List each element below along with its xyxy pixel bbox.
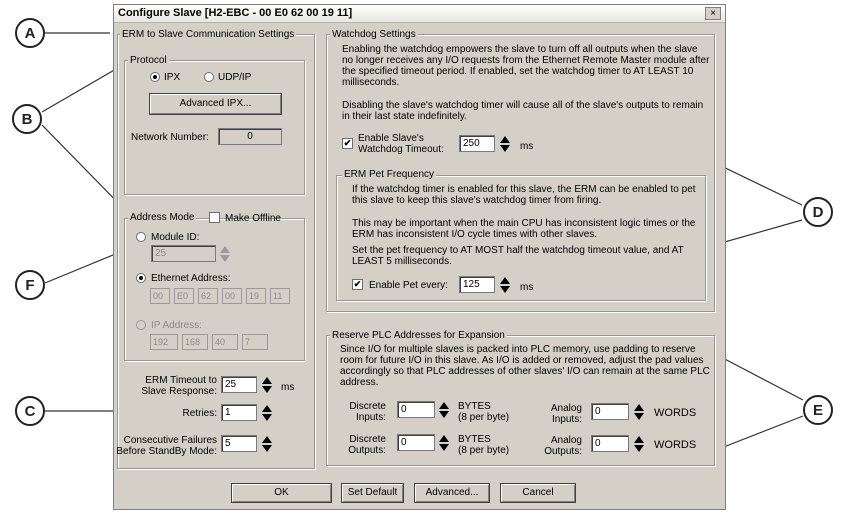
module-id-field[interactable]: 25 <box>151 245 216 262</box>
network-number-field: 0 <box>218 128 282 145</box>
consecutive-failures-label-2: Before StandBy Mode: <box>116 446 217 457</box>
make-offline-label: Make Offline <box>225 213 281 224</box>
callout-f: F <box>15 270 45 300</box>
discrete-inputs-spinner[interactable] <box>437 401 452 419</box>
ipx-radio[interactable] <box>150 72 160 82</box>
ip-octet[interactable]: 40 <box>212 334 238 350</box>
erm-settings-legend: ERM to Slave Communication Settings <box>120 29 297 40</box>
set-default-button[interactable]: Set Default <box>341 483 404 503</box>
ok-button[interactable]: OK <box>231 483 332 503</box>
pet-description-1: If the watchdog timer is enabled for thi… <box>352 184 696 206</box>
title-bar: Configure Slave [H2-EBC - 00 E0 62 00 19… <box>114 5 725 23</box>
erm-timeout-label-2: Slave Response: <box>141 386 217 397</box>
discrete-outputs-field[interactable]: 0 <box>397 434 435 451</box>
analog-inputs-label-2: Inputs: <box>551 414 582 425</box>
watchdog-timeout-spinner[interactable] <box>498 135 513 153</box>
analog-inputs-words-label: WORDS <box>654 407 697 419</box>
pet-frequency-unit: ms <box>520 282 534 293</box>
discrete-outputs-label-1: Discrete <box>349 434 386 445</box>
discrete-inputs-label-2: Inputs: <box>355 412 386 423</box>
ethernet-octet[interactable]: 00 <box>150 288 170 304</box>
ip-octet[interactable]: 168 <box>182 334 208 350</box>
discrete-outputs-bytes-sub: (8 per byte) <box>458 445 510 456</box>
enable-pet-label: Enable Pet every: <box>369 280 448 291</box>
watchdog-disable-description: Disabling the slave's watchdog timer wil… <box>342 100 704 122</box>
ip-octet[interactable]: 192 <box>150 334 178 350</box>
module-id-spinner[interactable] <box>218 245 233 263</box>
window-title: Configure Slave [H2-EBC - 00 E0 62 00 19… <box>118 7 353 19</box>
erm-timeout-spinner[interactable] <box>260 376 275 394</box>
ethernet-octet[interactable]: 00 <box>222 288 242 304</box>
configure-slave-dialog: Configure Slave [H2-EBC - 00 E0 62 00 19… <box>113 4 726 510</box>
consecutive-failures-spinner[interactable] <box>260 435 275 453</box>
protocol-legend: Protocol <box>128 55 169 66</box>
ethernet-address-radio[interactable] <box>136 273 146 283</box>
ip-address-radio[interactable] <box>136 320 146 330</box>
ip-address-label: IP Address: <box>151 320 202 331</box>
callout-a: A <box>15 18 45 48</box>
erm-timeout-unit: ms <box>281 382 295 393</box>
discrete-inputs-label-1: Discrete <box>349 401 386 412</box>
enable-pet-checkbox[interactable]: ✔ <box>352 279 363 290</box>
discrete-inputs-bytes-label: BYTES <box>458 401 491 412</box>
retries-field[interactable]: 1 <box>221 404 257 421</box>
analog-outputs-label-2: Outputs: <box>544 446 582 457</box>
analog-outputs-field[interactable]: 0 <box>591 435 629 452</box>
address-mode-legend: Address Mode <box>128 212 197 223</box>
erm-timeout-field[interactable]: 25 <box>221 376 257 393</box>
reserve-plc-legend: Reserve PLC Addresses for Expansion <box>330 330 507 341</box>
pet-frequency-legend: ERM Pet Frequency <box>342 169 437 180</box>
consecutive-failures-field[interactable]: 5 <box>221 435 257 452</box>
module-id-label: Module ID: <box>151 232 200 243</box>
ethernet-address-label: Ethernet Address: <box>151 273 231 284</box>
callout-d: D <box>803 197 833 227</box>
discrete-inputs-bytes-sub: (8 per byte) <box>458 412 510 423</box>
make-offline-checkbox[interactable] <box>209 212 220 223</box>
consecutive-failures-label-1: Consecutive Failures <box>123 435 217 446</box>
discrete-inputs-field[interactable]: 0 <box>397 401 435 418</box>
watchdog-timeout-field[interactable]: 250 <box>459 135 495 152</box>
analog-inputs-field[interactable]: 0 <box>591 403 629 420</box>
enable-watchdog-checkbox[interactable]: ✔ <box>342 138 353 149</box>
analog-outputs-label-1: Analog <box>550 435 582 446</box>
pet-description-3: Set the pet frequency to AT MOST half th… <box>352 245 684 267</box>
pet-frequency-field[interactable]: 125 <box>459 276 495 293</box>
close-button[interactable]: × <box>705 7 721 20</box>
reserve-description: Since I/O for multiple slaves is packed … <box>340 344 710 388</box>
analog-outputs-words-label: WORDS <box>654 439 697 451</box>
enable-watchdog-label-1: Enable Slave's <box>358 133 424 144</box>
ethernet-octet[interactable]: E0 <box>174 288 194 304</box>
ethernet-octet[interactable]: 11 <box>270 288 290 304</box>
enable-watchdog-label-2: Watchdog Timeout: <box>358 144 444 155</box>
watchdog-timeout-unit: ms <box>520 141 534 152</box>
advanced-ipx-button[interactable]: Advanced IPX... <box>149 93 282 115</box>
ip-octet[interactable]: 7 <box>242 334 268 350</box>
udpip-label: UDP/IP <box>218 72 252 83</box>
module-id-radio[interactable] <box>136 232 146 242</box>
callout-e: E <box>803 395 833 425</box>
watchdog-description: Enabling the watchdog empowers the slave… <box>342 44 710 88</box>
analog-inputs-spinner[interactable] <box>632 403 647 421</box>
pet-frequency-spinner[interactable] <box>498 276 513 294</box>
udpip-radio[interactable] <box>204 72 214 82</box>
ethernet-octet[interactable]: 62 <box>198 288 218 304</box>
discrete-outputs-label-2: Outputs: <box>348 445 386 456</box>
network-number-label: Network Number: <box>131 132 209 143</box>
callout-c: C <box>15 396 45 426</box>
watchdog-legend: Watchdog Settings <box>330 29 418 40</box>
retries-label: Retries: <box>182 408 217 419</box>
erm-timeout-label-1: ERM Timeout to <box>145 375 217 386</box>
ipx-label: IPX <box>164 72 181 83</box>
pet-description-2: This may be important when the main CPU … <box>352 218 696 240</box>
analog-inputs-label-1: Analog <box>550 403 582 414</box>
callout-b: B <box>12 104 42 134</box>
analog-outputs-spinner[interactable] <box>632 435 647 453</box>
retries-spinner[interactable] <box>260 404 275 422</box>
advanced-button[interactable]: Advanced... <box>414 483 490 503</box>
ethernet-octet[interactable]: 19 <box>246 288 266 304</box>
discrete-outputs-bytes-label: BYTES <box>458 434 491 445</box>
cancel-button[interactable]: Cancel <box>500 483 576 503</box>
discrete-outputs-spinner[interactable] <box>437 434 452 452</box>
